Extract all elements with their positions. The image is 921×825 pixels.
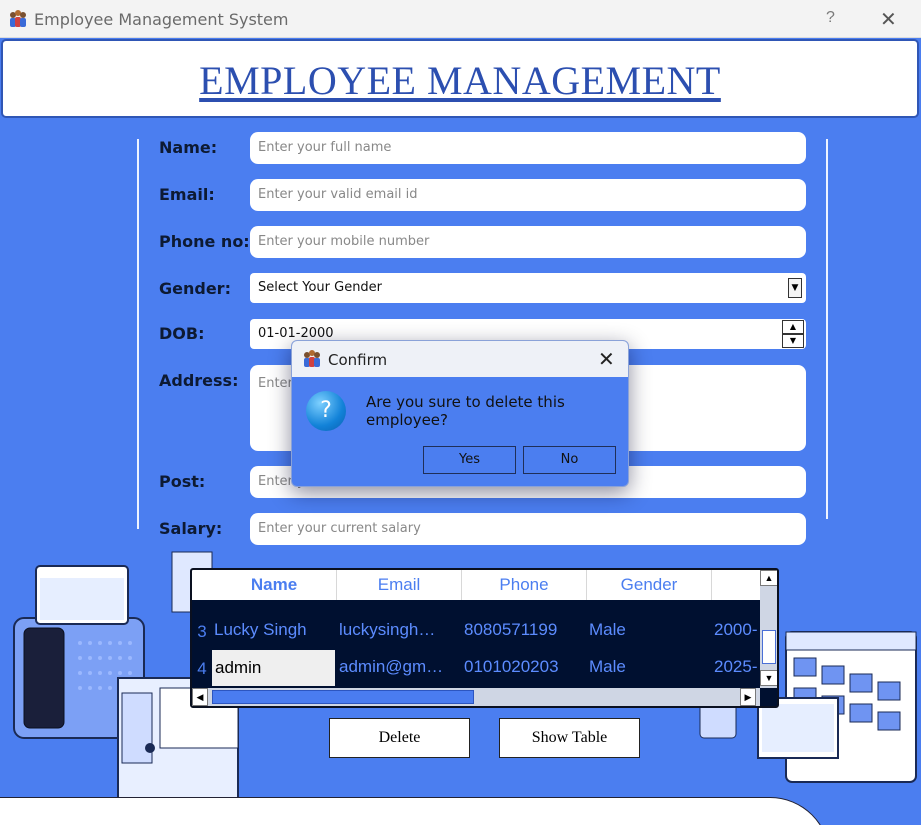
- table-vertical-scrollbar[interactable]: ▲ ▼: [760, 570, 777, 688]
- app-people-icon: [10, 10, 26, 27]
- dob-label: DOB:: [159, 324, 205, 343]
- vertical-scroll-thumb[interactable]: [762, 630, 776, 664]
- gender-select[interactable]: Select Your Gender ▼: [250, 273, 806, 303]
- scroll-left-icon[interactable]: ◀: [192, 688, 208, 706]
- bottom-panel: [0, 797, 830, 825]
- cell-name[interactable]: Lucky Singh: [214, 620, 334, 640]
- app-people-icon: [304, 350, 320, 367]
- spin-down-icon[interactable]: ▼: [782, 334, 804, 348]
- column-header-email[interactable]: Email: [337, 570, 462, 600]
- column-header-gender[interactable]: Gender: [587, 570, 712, 600]
- phone-input[interactable]: Enter your mobile number: [250, 226, 806, 258]
- address-label: Address:: [159, 371, 239, 390]
- dialog-message: Are you sure to delete this employee?: [366, 393, 565, 429]
- column-header-phone[interactable]: Phone: [462, 570, 587, 600]
- form-left-border: [137, 139, 139, 529]
- name-input[interactable]: Enter your full name: [250, 132, 806, 164]
- row-index: 3: [197, 622, 207, 641]
- confirm-dialog: Confirm ✕ ? Are you sure to delete this …: [291, 340, 629, 487]
- dialog-title: Confirm: [328, 351, 388, 369]
- cell-gender[interactable]: Male: [589, 657, 699, 677]
- salary-label: Salary:: [159, 519, 223, 538]
- dialog-titlebar: Confirm ✕: [292, 341, 628, 377]
- no-button[interactable]: No: [523, 446, 616, 474]
- window-titlebar: Employee Management System ? ✕: [0, 0, 921, 38]
- email-label: Email:: [159, 185, 215, 204]
- cell-dob[interactable]: 2025-: [714, 657, 760, 677]
- cell-email[interactable]: admin@gm…: [339, 657, 449, 677]
- window-title: Employee Management System: [34, 10, 289, 29]
- employee-table[interactable]: Name Email Phone Gender D 3 Lucky Singh …: [190, 568, 779, 708]
- show-table-button[interactable]: Show Table: [499, 718, 640, 758]
- window-close-button[interactable]: ✕: [880, 7, 897, 32]
- gender-select-value: Select Your Gender: [258, 280, 383, 295]
- post-label: Post:: [159, 472, 206, 491]
- header-banner: EMPLOYEE MANAGEMENT: [1, 39, 919, 118]
- name-label: Name:: [159, 138, 218, 157]
- cell-phone[interactable]: 8080571199: [464, 620, 584, 640]
- cell-dob[interactable]: 2000-: [714, 620, 760, 640]
- form-right-border: [826, 139, 828, 519]
- scroll-right-icon[interactable]: ▶: [740, 688, 756, 706]
- salary-input[interactable]: Enter your current salary: [250, 513, 806, 545]
- delete-button[interactable]: Delete: [329, 718, 470, 758]
- gender-label: Gender:: [159, 279, 231, 298]
- dob-value: 01-01-2000: [258, 326, 334, 341]
- cell-gender[interactable]: Male: [589, 620, 699, 640]
- email-input[interactable]: Enter your valid email id: [250, 179, 806, 211]
- chevron-down-icon[interactable]: ▼: [788, 278, 802, 298]
- phone-label: Phone no:: [159, 232, 250, 251]
- question-icon: ?: [306, 391, 346, 431]
- column-header-name[interactable]: Name: [212, 570, 337, 600]
- help-button[interactable]: ?: [826, 9, 835, 27]
- horizontal-scroll-thumb[interactable]: [212, 690, 474, 704]
- row-index: 4: [197, 659, 207, 678]
- yes-button[interactable]: Yes: [423, 446, 516, 474]
- spin-up-icon[interactable]: ▲: [782, 320, 804, 334]
- dialog-close-icon[interactable]: ✕: [598, 347, 615, 372]
- scroll-down-icon[interactable]: ▼: [760, 670, 777, 686]
- cell-email[interactable]: luckysingh…: [339, 620, 449, 640]
- scroll-up-icon[interactable]: ▲: [760, 570, 777, 586]
- page-title: EMPLOYEE MANAGEMENT: [199, 58, 721, 103]
- cell-name-editor[interactable]: admin: [212, 650, 335, 686]
- table-header: Name Email Phone Gender D: [192, 570, 777, 600]
- table-horizontal-scrollbar[interactable]: ◀ ▶: [192, 688, 760, 706]
- cell-phone[interactable]: 0101020203: [464, 657, 584, 677]
